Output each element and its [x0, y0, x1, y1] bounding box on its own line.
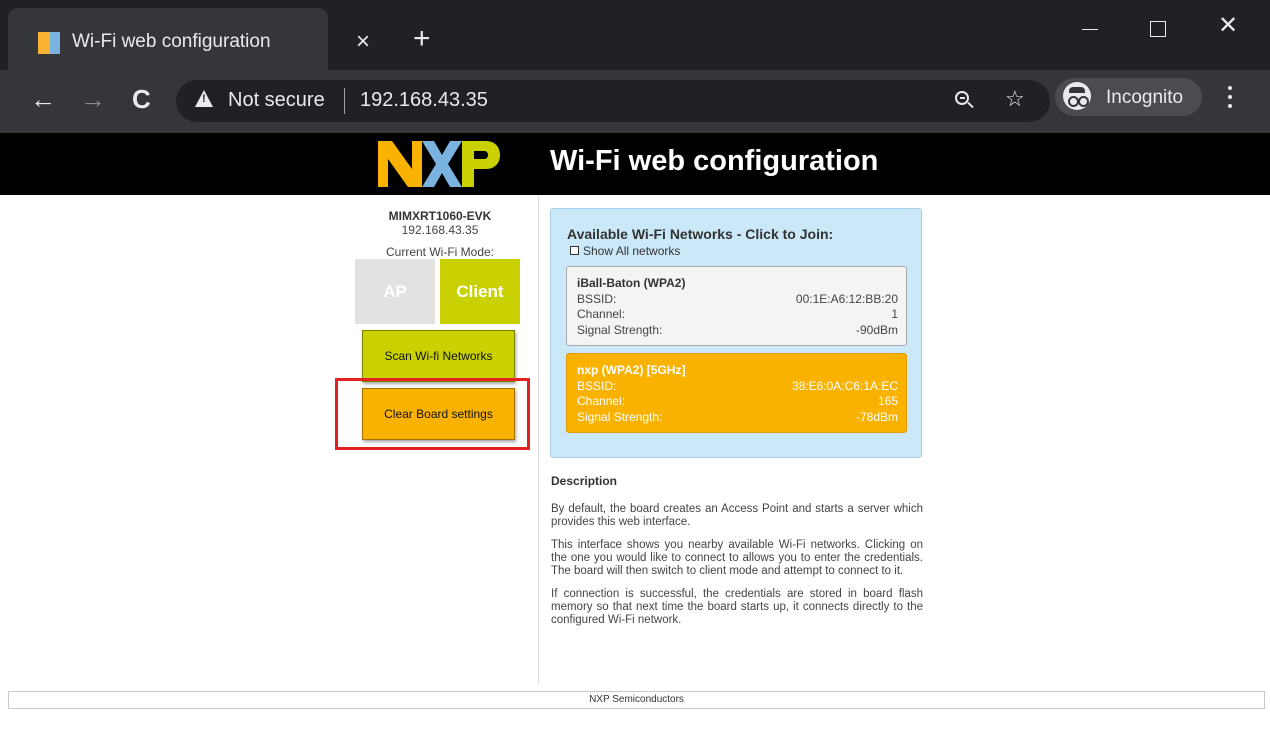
kebab-menu-icon[interactable] — [1228, 86, 1232, 110]
bssid-value: 38:E6:0A:C6:1A:EC — [791, 379, 898, 393]
url-separator — [344, 88, 345, 114]
bssid-value: 00:1E:A6:12:BB:20 — [795, 292, 898, 306]
nxp-logo — [378, 141, 500, 187]
board-ip: 192.168.43.35 — [401, 223, 479, 237]
maximize-icon[interactable] — [1150, 21, 1166, 37]
column-divider — [538, 196, 539, 684]
signal-label: Signal Strength: — [577, 323, 663, 337]
new-tab-icon[interactable]: + — [413, 24, 431, 54]
network-name: nxp (WPA2) [5GHz] — [577, 363, 686, 377]
signal-value: -78dBm — [855, 410, 898, 424]
browser-toolbar: ← → C Not secure 192.168.43.35 ☆ Incogni… — [0, 70, 1270, 133]
window-close-icon[interactable]: ✕ — [1218, 12, 1238, 40]
description-title: Description — [551, 474, 618, 488]
networks-title: Available Wi-Fi Networks - Click to Join… — [567, 226, 834, 242]
signal-label: Signal Strength: — [577, 410, 663, 424]
channel-value: 165 — [877, 394, 898, 408]
security-status[interactable]: Not secure — [228, 89, 325, 112]
ap-mode-button[interactable]: AP — [355, 259, 435, 324]
site-header: Wi-Fi web configuration — [0, 133, 1270, 195]
favicon-icon — [38, 32, 60, 54]
highlight-annotation-box — [335, 378, 530, 450]
url-text[interactable]: 192.168.43.35 — [360, 89, 488, 112]
browser-tab-bar: Wi-Fi web configuration × + ✕ — [0, 0, 1270, 70]
description-paragraph: If connection is successful, the credent… — [551, 588, 923, 626]
incognito-label: Incognito — [1106, 87, 1184, 108]
show-all-checkbox[interactable] — [570, 246, 579, 255]
description-paragraph: This interface shows you nearby availabl… — [551, 539, 923, 577]
signal-value: -90dBm — [855, 323, 898, 337]
tab-title: Wi-Fi web configuration — [72, 31, 271, 52]
bssid-label: BSSID: — [577, 379, 617, 393]
page-title: Wi-Fi web configuration — [550, 145, 879, 177]
bssid-label: BSSID: — [577, 292, 617, 306]
browser-tab[interactable]: Wi-Fi web configuration — [8, 8, 328, 70]
channel-value: 1 — [891, 307, 898, 321]
bookmark-star-icon[interactable]: ☆ — [1005, 84, 1025, 114]
scan-networks-button[interactable]: Scan Wi-fi Networks — [362, 330, 515, 382]
channel-label: Channel: — [577, 307, 626, 321]
warning-icon[interactable] — [195, 90, 213, 107]
minimize-icon[interactable] — [1070, 12, 1120, 44]
networks-panel: Available Wi-Fi Networks - Click to Join… — [550, 208, 922, 458]
show-all-label[interactable]: Show All networks — [583, 244, 680, 258]
incognito-hat-shape — [1069, 87, 1085, 93]
network-item[interactable]: iBall-Baton (WPA2) BSSID: 00:1E:A6:12:BB:… — [566, 266, 907, 346]
network-item[interactable]: nxp (WPA2) [5GHz] BSSID: 38:E6:0A:C6:1A:E… — [566, 353, 907, 433]
client-mode-button[interactable]: Client — [440, 259, 520, 324]
description-section: Description By default, the board create… — [551, 475, 923, 637]
reload-icon[interactable]: C — [132, 84, 151, 114]
forward-arrow-icon[interactable]: → — [80, 84, 106, 114]
zoom-icon[interactable] — [955, 91, 969, 105]
network-name: iBall-Baton (WPA2) — [577, 276, 686, 290]
back-arrow-icon[interactable]: ← — [30, 84, 56, 114]
channel-label: Channel: — [577, 394, 626, 408]
page-footer: NXP Semiconductors — [8, 691, 1265, 709]
close-tab-icon[interactable]: × — [356, 30, 370, 54]
board-name: MIMXRT1060-EVK — [388, 209, 492, 223]
description-paragraph: By default, the board creates an Access … — [551, 503, 923, 528]
wifi-mode-label: Current Wi-Fi Mode: — [385, 245, 495, 259]
